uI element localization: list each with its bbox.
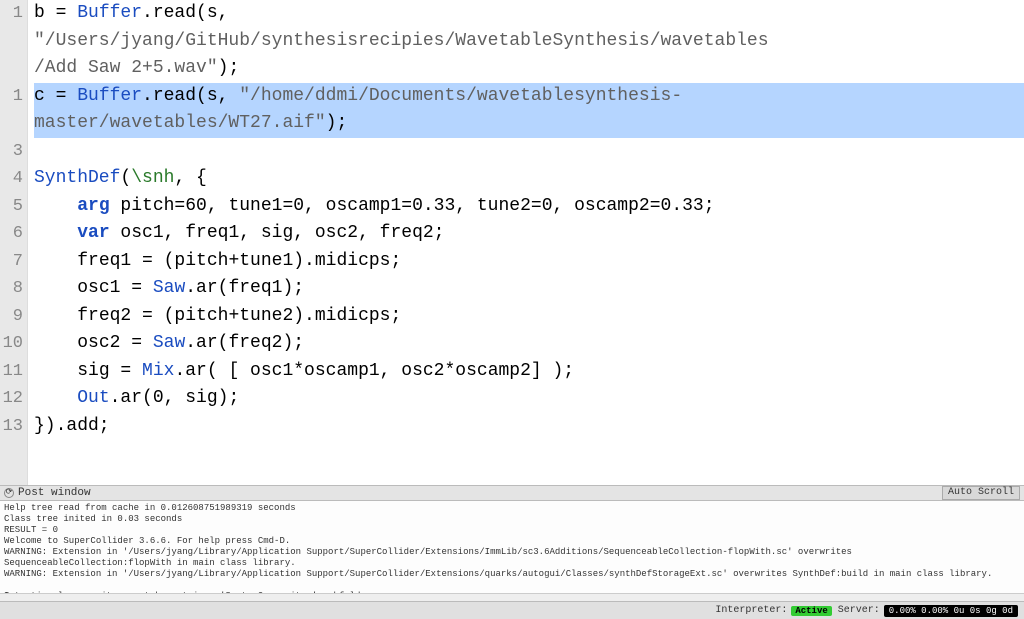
line-number: 13 [0, 413, 23, 441]
status-bar: Interpreter: Active Server: 0.00% 0.00% … [0, 601, 1024, 619]
code-token: b = [34, 3, 77, 23]
line-number: 10 [0, 330, 23, 358]
code-line[interactable]: osc1 = Saw.ar(freq1); [34, 275, 1024, 303]
code-token: freq1 = (pitch+tune1).midicps; [34, 251, 401, 271]
code-token: Saw [153, 333, 185, 353]
code-token: Mix [142, 361, 174, 381]
line-number-gutter: 11345678910111213 [0, 0, 28, 485]
post-window-title: Post window [18, 487, 91, 499]
server-metrics[interactable]: 0.00% 0.00% 0u 0s 0g 0d [884, 605, 1018, 617]
code-line[interactable]: freq1 = (pitch+tune1).midicps; [34, 248, 1024, 276]
code-token [34, 388, 77, 408]
code-line[interactable]: b = Buffer.read(s, [34, 0, 1024, 28]
post-window-icon: ⟳ [4, 488, 14, 498]
line-number: 4 [0, 165, 23, 193]
line-number: 1 [0, 83, 23, 111]
code-token [34, 196, 77, 216]
code-token: SynthDef [34, 168, 120, 188]
code-token: ); [218, 58, 240, 78]
server-status: Server: 0.00% 0.00% 0u 0s 0g 0d [838, 605, 1018, 617]
code-token: Buffer [77, 3, 142, 23]
code-token: "/home/ddmi/Documents/wavetablesynthesis… [239, 86, 682, 106]
code-line[interactable]: var osc1, freq1, sig, osc2, freq2; [34, 220, 1024, 248]
code-token: .ar(freq2); [185, 333, 304, 353]
line-number [0, 110, 23, 138]
interpreter-state[interactable]: Active [791, 606, 831, 616]
code-token: Buffer [77, 86, 142, 106]
code-token: sig = [34, 361, 142, 381]
line-number: 6 [0, 220, 23, 248]
code-line[interactable]: /Add Saw 2+5.wav"); [34, 55, 1024, 83]
line-number: 3 [0, 138, 23, 166]
code-line[interactable]: sig = Mix.ar( [ osc1*oscamp1, osc2*oscam… [34, 358, 1024, 386]
code-line[interactable]: }).add; [34, 413, 1024, 441]
code-line[interactable]: Out.ar(0, sig); [34, 385, 1024, 413]
code-token: }).add; [34, 416, 110, 436]
code-token: .ar( [ osc1*oscamp1, osc2*oscamp2] ); [174, 361, 574, 381]
code-token: .read(s, [142, 86, 239, 106]
line-number: 7 [0, 248, 23, 276]
code-token: ); [326, 113, 348, 133]
line-number [0, 440, 23, 468]
code-line[interactable]: c = Buffer.read(s, "/home/ddmi/Documents… [34, 83, 1024, 111]
line-number [0, 28, 23, 56]
code-token: Saw [153, 278, 185, 298]
post-window[interactable]: Help tree read from cache in 0.012608751… [0, 501, 1024, 593]
code-token: var [77, 223, 109, 243]
code-line[interactable]: arg pitch=60, tune1=0, oscamp1=0.33, tun… [34, 193, 1024, 221]
code-token: .read(s, [142, 3, 228, 23]
code-token: pitch=60, tune1=0, oscamp1=0.33, tune2=0… [110, 196, 715, 216]
horizontal-scrollbar[interactable] [0, 593, 1024, 601]
auto-scroll-button[interactable]: Auto Scroll [942, 486, 1020, 500]
code-line[interactable]: "/Users/jyang/GitHub/synthesisrecipies/W… [34, 28, 1024, 56]
code-editor[interactable]: 11345678910111213 b = Buffer.read(s,"/Us… [0, 0, 1024, 485]
post-window-header: ⟳ Post window Auto Scroll [0, 485, 1024, 501]
code-token: osc1, freq1, sig, osc2, freq2; [110, 223, 445, 243]
code-line[interactable]: SynthDef(\snh, { [34, 165, 1024, 193]
code-token: .ar(0, sig); [110, 388, 240, 408]
code-line[interactable] [34, 138, 1024, 166]
line-number: 12 [0, 385, 23, 413]
code-area[interactable]: b = Buffer.read(s,"/Users/jyang/GitHub/s… [28, 0, 1024, 485]
code-token: "/Users/jyang/GitHub/synthesisrecipies/W… [34, 31, 769, 51]
interpreter-label: Interpreter: [715, 605, 787, 616]
code-token: \snh [131, 168, 174, 188]
code-line[interactable] [34, 440, 1024, 468]
line-number: 5 [0, 193, 23, 221]
code-line[interactable]: freq2 = (pitch+tune2).midicps; [34, 303, 1024, 331]
code-token: /Add Saw 2+5.wav" [34, 58, 218, 78]
code-token: .ar(freq1); [185, 278, 304, 298]
code-line[interactable]: master/wavetables/WT27.aif"); [34, 110, 1024, 138]
code-token: arg [77, 196, 109, 216]
code-token: , { [174, 168, 206, 188]
line-number: 9 [0, 303, 23, 331]
code-token: Out [77, 388, 109, 408]
code-token: osc1 = [34, 278, 153, 298]
code-token [34, 223, 77, 243]
line-number: 1 [0, 0, 23, 28]
line-number: 11 [0, 358, 23, 386]
code-token: ( [120, 168, 131, 188]
code-token: freq2 = (pitch+tune2).midicps; [34, 306, 401, 326]
code-line[interactable]: osc2 = Saw.ar(freq2); [34, 330, 1024, 358]
code-token: osc2 = [34, 333, 153, 353]
code-token: c = [34, 86, 77, 106]
interpreter-status: Interpreter: Active [715, 605, 831, 616]
line-number [0, 55, 23, 83]
code-token: master/wavetables/WT27.aif" [34, 113, 326, 133]
server-label: Server: [838, 605, 880, 616]
line-number: 8 [0, 275, 23, 303]
